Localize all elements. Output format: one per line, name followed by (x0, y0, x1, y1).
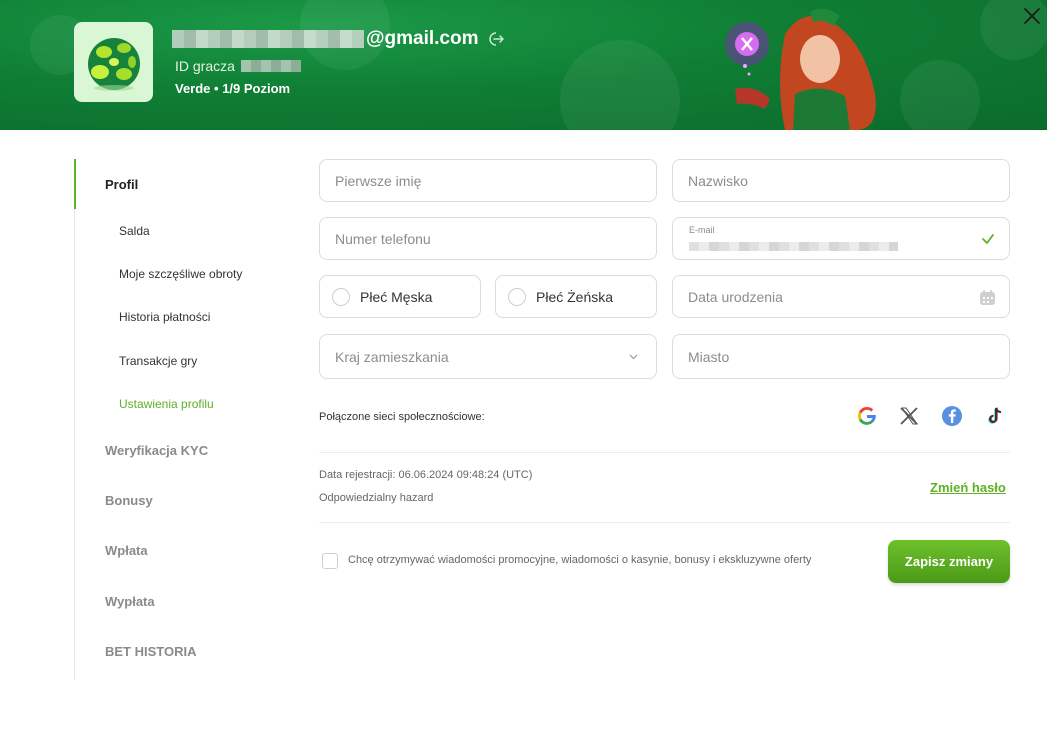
active-indicator (74, 159, 76, 209)
gender-female-option[interactable]: Płeć Żeńska (495, 275, 657, 318)
sidebar-item-profile[interactable]: Profil (105, 177, 138, 192)
country-select[interactable]: Kraj zamieszkania (319, 334, 657, 379)
birthdate-placeholder: Data urodzenia (688, 288, 783, 305)
check-icon (982, 234, 994, 244)
sidebar-item-balances[interactable]: Salda (119, 224, 150, 238)
last-name-input[interactable] (673, 160, 1009, 201)
change-password-link[interactable]: Zmień hasło (930, 480, 1006, 495)
user-email: @gmail.com (172, 27, 505, 51)
country-placeholder: Kraj zamieszkania (335, 348, 449, 365)
sidebar-item-kyc[interactable]: Weryfikacja KYC (105, 443, 208, 458)
gender-female-label: Płeć Żeńska (536, 288, 614, 305)
last-name-field[interactable] (672, 159, 1010, 202)
phone-field[interactable] (319, 217, 657, 260)
player-id-redacted (240, 60, 301, 72)
birthdate-field[interactable]: Data urodzenia (672, 275, 1010, 318)
promo-consent-label: Chcę otrzymywać wiadomości promocyjne, w… (348, 554, 812, 566)
calendar-icon[interactable] (979, 289, 996, 306)
avatar-planet-icon (88, 38, 140, 91)
mascot-character-icon (725, 8, 876, 130)
sidebar-item-withdrawal[interactable]: Wypłata (105, 594, 155, 609)
social-networks-label: Połączone sieci społecznościowe: (319, 411, 485, 423)
logout-icon[interactable] (487, 30, 505, 48)
city-input[interactable] (673, 335, 1009, 378)
sidebar-item-payment-history[interactable]: Historia płatności (119, 310, 210, 324)
x-icon[interactable] (898, 405, 920, 427)
tiktok-icon[interactable] (984, 405, 1006, 427)
avatar (74, 22, 153, 102)
save-changes-button[interactable]: Zapisz zmiany (888, 540, 1010, 583)
email-value-redacted (689, 242, 898, 251)
first-name-input[interactable] (320, 160, 656, 201)
profile-sidebar: Profil Salda Moje szczęśliwe obroty Hist… (74, 159, 274, 679)
sidebar-item-game-transactions[interactable]: Transakcje gry (119, 354, 197, 368)
google-icon[interactable] (856, 405, 878, 427)
facebook-icon[interactable] (941, 405, 963, 427)
responsible-gambling-link[interactable]: Odpowiedzialny hazard (319, 492, 433, 504)
email-label: E-mail (689, 225, 715, 235)
email-field[interactable]: E-mail (672, 217, 1010, 260)
gender-female-radio[interactable] (508, 287, 526, 306)
close-icon[interactable] (1021, 5, 1043, 27)
divider (319, 522, 1010, 523)
promo-consent-checkbox[interactable] (322, 553, 338, 569)
clover-decoration (560, 40, 680, 130)
city-field[interactable] (672, 334, 1010, 379)
sidebar-item-lucky-spins[interactable]: Moje szczęśliwe obroty (119, 267, 242, 281)
sidebar-item-profile-settings[interactable]: Ustawienia profilu (119, 397, 214, 411)
player-id: ID gracza (175, 58, 301, 74)
gender-male-radio[interactable] (332, 287, 350, 306)
gender-male-option[interactable]: Płeć Męska (319, 275, 481, 318)
player-level: Verde • 1/9 Poziom (175, 81, 291, 96)
email-redacted (172, 30, 364, 48)
chevron-down-icon (629, 354, 638, 360)
divider (319, 452, 1010, 453)
sidebar-item-bonuses[interactable]: Bonusy (105, 493, 153, 508)
clover-decoration (900, 60, 980, 130)
player-id-label: ID gracza (175, 58, 235, 74)
profile-header: @gmail.com ID gracza Verde • 1/9 Poziom (0, 0, 1047, 130)
sidebar-item-deposit[interactable]: Wpłata (105, 543, 148, 558)
first-name-field[interactable] (319, 159, 657, 202)
registration-date: Data rejestracji: 06.06.2024 09:48:24 (U… (319, 469, 533, 481)
gender-male-label: Płeć Męska (360, 288, 433, 305)
sidebar-item-bet-history[interactable]: BET HISTORIA (105, 644, 197, 659)
phone-input[interactable] (320, 218, 656, 259)
email-domain: @gmail.com (366, 28, 479, 49)
